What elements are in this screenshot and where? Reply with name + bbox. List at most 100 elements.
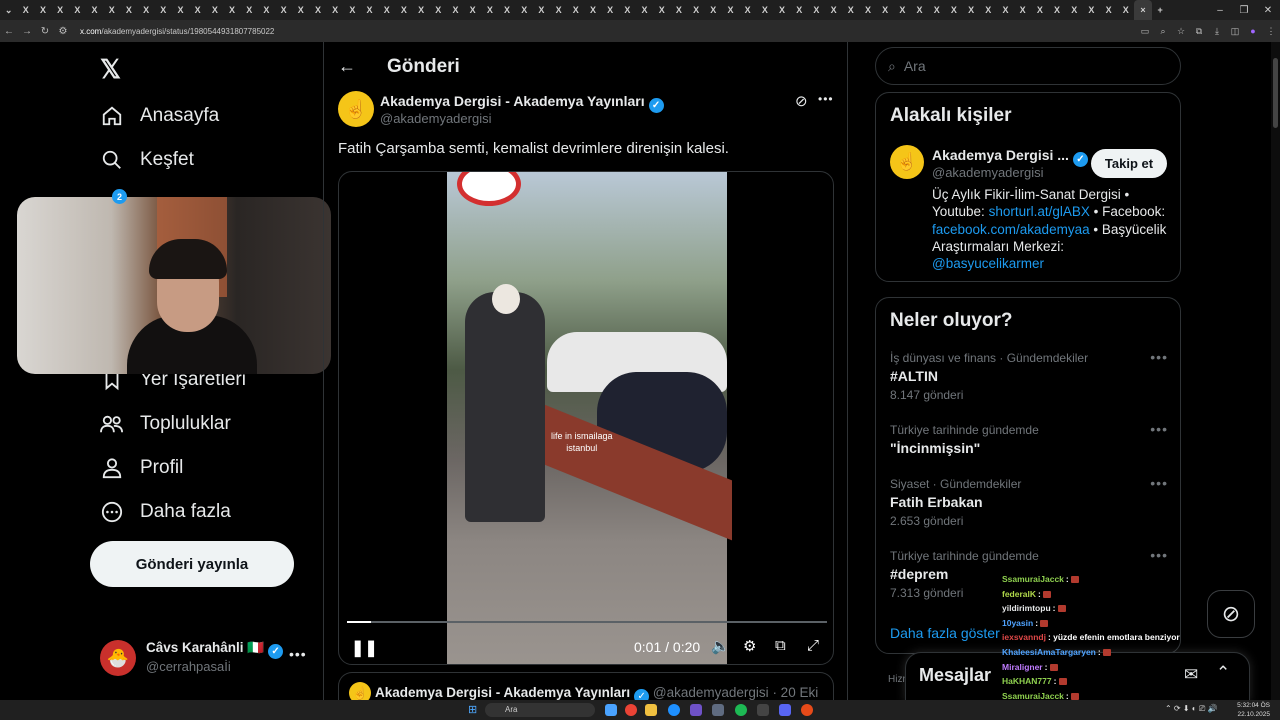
- browser-tab[interactable]: X: [52, 0, 69, 20]
- browser-tab[interactable]: X: [808, 0, 825, 20]
- more-icon[interactable]: •••: [1150, 349, 1168, 365]
- close-window-icon[interactable]: ✕: [1256, 5, 1280, 16]
- sidepanel-icon[interactable]: ◫: [1226, 26, 1244, 37]
- more-icon[interactable]: •••: [289, 646, 307, 662]
- browser-tab[interactable]: X: [1083, 0, 1100, 20]
- person-name-row[interactable]: Akademya Dergisi ... ✓: [932, 147, 1088, 167]
- browser-tab[interactable]: X: [292, 0, 309, 20]
- browser-tab[interactable]: X: [636, 0, 653, 20]
- cast-icon[interactable]: ▭: [1136, 26, 1154, 37]
- minimize-icon[interactable]: –: [1208, 5, 1232, 16]
- browser-tab[interactable]: X: [17, 0, 34, 20]
- browser-tab[interactable]: X: [138, 0, 155, 20]
- browser-tab[interactable]: X: [1048, 0, 1065, 20]
- account-switcher[interactable]: 🐣 Câvs Karahânli 🇮🇹 ✓ @cerrahpasaİi •••: [100, 638, 310, 678]
- browser-tab[interactable]: X: [498, 0, 515, 20]
- browser-tab[interactable]: X: [1031, 0, 1048, 20]
- browser-tab[interactable]: X: [447, 0, 464, 20]
- browser-tab[interactable]: X: [722, 0, 739, 20]
- browser-tab[interactable]: X: [430, 0, 447, 20]
- browser-tab[interactable]: X: [894, 0, 911, 20]
- menu-icon[interactable]: ⋮: [1262, 26, 1280, 37]
- browser-tab[interactable]: X: [705, 0, 722, 20]
- author-avatar[interactable]: ☝: [338, 91, 374, 127]
- app-icon[interactable]: [668, 704, 680, 716]
- browser-tab[interactable]: X: [877, 0, 894, 20]
- browser-tab[interactable]: X: [344, 0, 361, 20]
- browser-tab[interactable]: X: [69, 0, 86, 20]
- search-input[interactable]: [903, 58, 1154, 74]
- browser-tab[interactable]: X: [533, 0, 550, 20]
- person-avatar[interactable]: ☝: [890, 145, 924, 179]
- browser-tab[interactable]: X: [842, 0, 859, 20]
- volume-icon[interactable]: 🔈: [711, 637, 730, 655]
- back-icon[interactable]: ←: [0, 26, 18, 37]
- browser-tab[interactable]: X: [550, 0, 567, 20]
- app-icon[interactable]: [801, 704, 813, 716]
- browser-tab[interactable]: X: [172, 0, 189, 20]
- pause-icon[interactable]: ❚❚: [351, 638, 378, 658]
- browser-tab[interactable]: X: [309, 0, 326, 20]
- page-scrollbar[interactable]: [1271, 42, 1280, 700]
- browser-tab[interactable]: X: [34, 0, 51, 20]
- app-icon[interactable]: [735, 704, 747, 716]
- profile-icon[interactable]: ●: [1244, 26, 1262, 36]
- more-icon[interactable]: •••: [1150, 421, 1168, 437]
- download-icon[interactable]: ⤓: [1208, 26, 1226, 37]
- grok-icon[interactable]: ⊘: [795, 92, 808, 110]
- browser-tab[interactable]: X: [928, 0, 945, 20]
- video-player[interactable]: life in ismailaga istanbul ❚❚ 0:01 / 0:2…: [338, 171, 834, 665]
- browser-tab[interactable]: X: [516, 0, 533, 20]
- browser-tab[interactable]: X: [275, 0, 292, 20]
- reload-icon[interactable]: ↻: [36, 26, 54, 37]
- browser-tab[interactable]: X: [464, 0, 481, 20]
- fullscreen-icon[interactable]: ⤢: [807, 637, 819, 654]
- pip-icon[interactable]: ⧉: [775, 637, 786, 654]
- browser-tab[interactable]: X: [258, 0, 275, 20]
- follow-button[interactable]: Takip et: [1091, 149, 1167, 178]
- search-box[interactable]: ⌕: [875, 47, 1181, 85]
- zoom-icon[interactable]: ⌕: [1154, 26, 1172, 37]
- browser-tab[interactable]: X: [997, 0, 1014, 20]
- browser-tab[interactable]: X: [206, 0, 223, 20]
- more-icon[interactable]: •••: [1150, 547, 1168, 563]
- browser-tab[interactable]: X: [86, 0, 103, 20]
- settings-icon[interactable]: ⚙: [743, 637, 756, 655]
- tab-search-icon[interactable]: ⌄: [0, 0, 17, 20]
- more-icon[interactable]: •••: [818, 92, 834, 106]
- browser-tab[interactable]: X: [773, 0, 790, 20]
- browser-tab[interactable]: X: [155, 0, 172, 20]
- browser-tab[interactable]: X: [980, 0, 997, 20]
- bio-link[interactable]: facebook.com/akademyaa: [932, 222, 1090, 237]
- browser-tab[interactable]: X: [361, 0, 378, 20]
- bio-link[interactable]: @basyucelikarmer: [932, 256, 1044, 271]
- browser-tab[interactable]: X: [756, 0, 773, 20]
- new-tab-button[interactable]: +: [1152, 0, 1169, 20]
- browser-tab[interactable]: X: [584, 0, 601, 20]
- browser-tab[interactable]: X: [1066, 0, 1083, 20]
- browser-tab[interactable]: X: [619, 0, 636, 20]
- browser-tab[interactable]: X: [911, 0, 928, 20]
- browser-tab[interactable]: X: [1014, 0, 1031, 20]
- browser-tab[interactable]: X: [395, 0, 412, 20]
- browser-tab[interactable]: X: [1117, 0, 1134, 20]
- app-icon[interactable]: [757, 704, 769, 716]
- browser-tab[interactable]: X: [1100, 0, 1117, 20]
- sidebar-item-home[interactable]: Anasayfa: [100, 102, 219, 130]
- taskbar-search[interactable]: Ara: [485, 703, 595, 717]
- browser-tab[interactable]: X: [223, 0, 240, 20]
- browser-tab[interactable]: X: [327, 0, 344, 20]
- app-icon[interactable]: [779, 704, 791, 716]
- start-icon[interactable]: ⊞: [468, 703, 477, 716]
- author-name-row[interactable]: Akademya Dergisi - Akademya Yayınları ✓: [380, 93, 664, 113]
- browser-tab[interactable]: X: [378, 0, 395, 20]
- browser-tab[interactable]: X: [945, 0, 962, 20]
- x-logo-icon[interactable]: 𝕏: [100, 54, 121, 85]
- post-button[interactable]: Gönderi yayınla: [90, 541, 294, 587]
- sidebar-item-explore[interactable]: Keşfet: [100, 146, 194, 174]
- trend-item[interactable]: Siyaset · Gündemdekiler Fatih Erbakan 2.…: [890, 475, 1170, 528]
- browser-tab[interactable]: X: [189, 0, 206, 20]
- app-icon[interactable]: [605, 704, 617, 716]
- video-progress-bar[interactable]: [347, 621, 827, 623]
- bio-link[interactable]: shorturl.at/glABX: [989, 204, 1090, 219]
